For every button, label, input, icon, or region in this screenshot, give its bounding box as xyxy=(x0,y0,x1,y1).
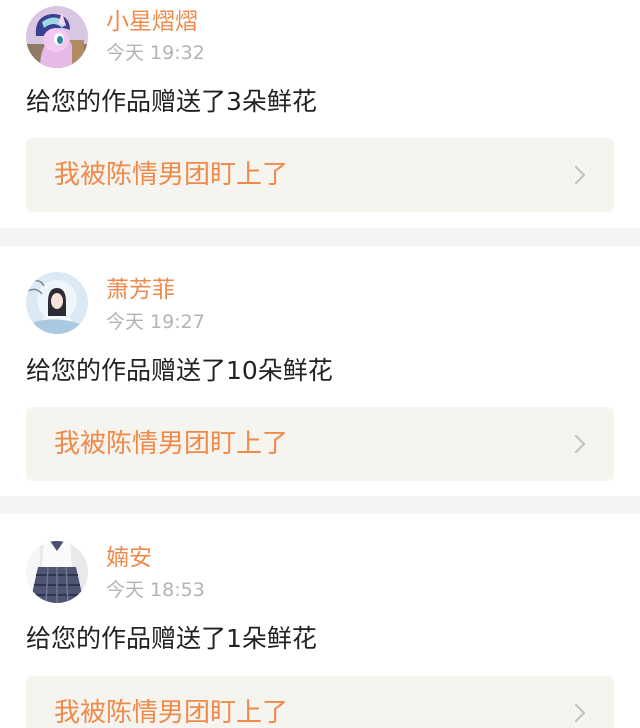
notification-card: 婻安 今天 18:53 给您的作品赠送了1朵鲜花 我被陈情男团盯上了 xyxy=(0,514,640,728)
timestamp: 今天 19:27 xyxy=(106,311,205,333)
school-uniform-avatar-icon xyxy=(26,541,88,603)
avatar[interactable] xyxy=(26,6,88,68)
chevron-right-icon xyxy=(574,703,586,723)
username[interactable]: 萧芳菲 xyxy=(106,276,175,304)
gift-notification-feed: 小星熠熠 今天 19:32 给您的作品赠送了3朵鲜花 我被陈情男团盯上了 萧芳菲… xyxy=(0,0,640,728)
chevron-right-icon xyxy=(574,165,586,185)
notification-card: 萧芳菲 今天 19:27 给您的作品赠送了10朵鲜花 我被陈情男团盯上了 xyxy=(0,246,640,496)
timestamp: 今天 18:53 xyxy=(106,579,205,601)
card-separator xyxy=(0,496,640,514)
work-link-button[interactable]: 我被陈情男团盯上了 xyxy=(26,676,614,728)
chevron-right-icon xyxy=(574,434,586,454)
work-link-button[interactable]: 我被陈情男团盯上了 xyxy=(26,407,614,481)
gift-message: 给您的作品赠送了3朵鲜花 xyxy=(26,87,317,116)
gift-message: 给您的作品赠送了10朵鲜花 xyxy=(26,356,333,385)
pony-avatar-icon xyxy=(26,6,88,68)
username[interactable]: 小星熠熠 xyxy=(106,8,198,36)
card-separator xyxy=(0,228,640,246)
avatar[interactable] xyxy=(26,541,88,603)
notification-card: 小星熠熠 今天 19:32 给您的作品赠送了3朵鲜花 我被陈情男团盯上了 xyxy=(0,0,640,228)
ancient-lady-avatar-icon xyxy=(26,272,88,334)
work-link-button[interactable]: 我被陈情男团盯上了 xyxy=(26,138,614,212)
username[interactable]: 婻安 xyxy=(106,544,152,572)
avatar[interactable] xyxy=(26,272,88,334)
work-title: 我被陈情男团盯上了 xyxy=(54,698,289,728)
work-title: 我被陈情男团盯上了 xyxy=(54,429,289,459)
timestamp: 今天 19:32 xyxy=(106,42,205,64)
gift-message: 给您的作品赠送了1朵鲜花 xyxy=(26,624,317,653)
work-title: 我被陈情男团盯上了 xyxy=(54,160,289,190)
